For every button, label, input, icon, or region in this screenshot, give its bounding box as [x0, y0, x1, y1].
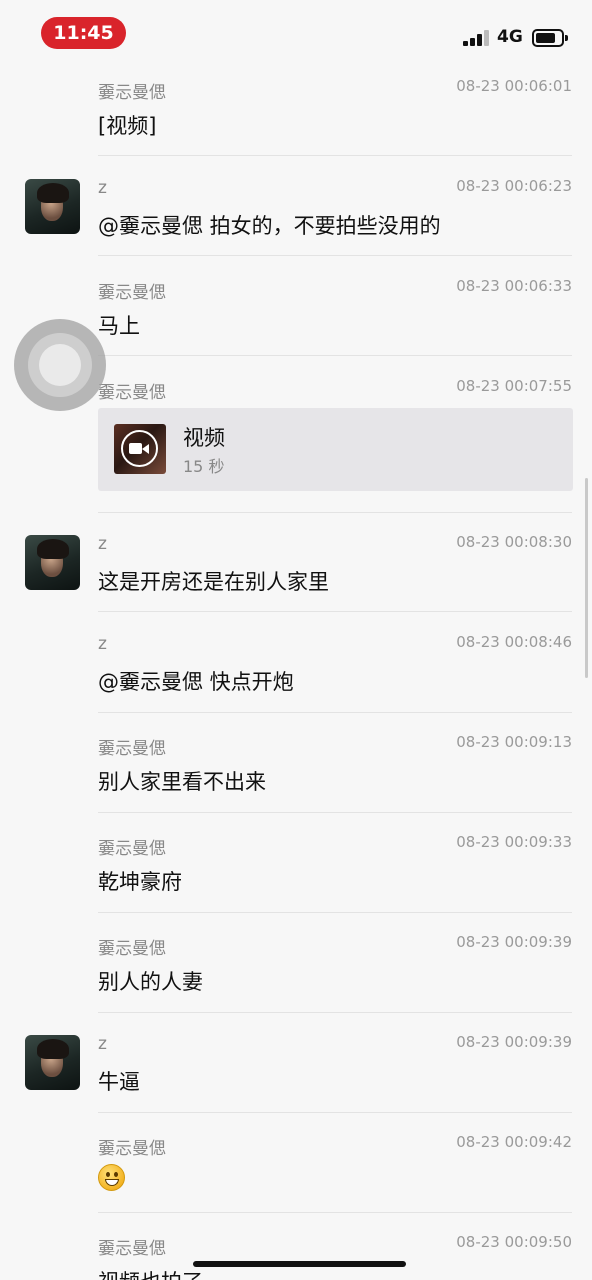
- chat-message[interactable]: z 08-23 00:08:46 @嫑忈曼偲 快点开炮: [0, 626, 592, 712]
- message-divider: [98, 1012, 572, 1013]
- message-time: 08-23 00:09:33: [456, 833, 572, 851]
- message-time: 08-23 00:06:01: [456, 77, 572, 95]
- chat-message[interactable]: 嫑忈曼偲 08-23 00:09:33 乾坤豪府: [0, 826, 592, 912]
- message-sender: 嫑忈曼偲: [98, 839, 166, 859]
- message-text: 别人的人妻: [98, 970, 203, 994]
- message-time: 08-23 00:06:33: [456, 277, 572, 295]
- message-sender: 嫑忈曼偲: [98, 383, 166, 403]
- message-text: 这是开房还是在别人家里: [98, 570, 329, 594]
- chat-message[interactable]: z 08-23 00:08:30 这是开房还是在别人家里: [0, 526, 592, 612]
- avatar[interactable]: [25, 179, 80, 234]
- battery-icon: [532, 29, 568, 47]
- message-divider: [98, 1212, 572, 1213]
- chat-message[interactable]: 嫑忈曼偲 08-23 00:09:13 别人家里看不出来: [0, 726, 592, 812]
- message-sender: z: [98, 178, 107, 198]
- message-time: 08-23 00:06:23: [456, 177, 572, 195]
- message-text: [视频]: [98, 114, 157, 138]
- cellular-signal-icon: [463, 28, 491, 46]
- message-time: 08-23 00:09:50: [456, 1233, 572, 1251]
- message-divider: [98, 155, 572, 156]
- message-divider: [98, 611, 572, 612]
- message-divider: [98, 812, 572, 813]
- chat-message[interactable]: z 08-23 00:06:23 @嫑忈曼偲 拍女的，不要拍些没用的: [0, 170, 592, 256]
- message-divider: [98, 512, 572, 513]
- chat-message[interactable]: 嫑忈曼偲 08-23 00:09:42: [0, 1126, 592, 1212]
- message-sender: 嫑忈曼偲: [98, 83, 166, 103]
- message-sender: 嫑忈曼偲: [98, 939, 166, 959]
- chat-message[interactable]: 嫑忈曼偲 08-23 00:06:01 [视频]: [0, 70, 592, 156]
- message-sender: z: [98, 1034, 107, 1054]
- message-time: 08-23 00:09:39: [456, 933, 572, 951]
- message-text: 牛逼: [98, 1070, 140, 1094]
- message-time: 08-23 00:09:13: [456, 733, 572, 751]
- video-message-card[interactable]: 视频 15 秒: [98, 408, 573, 491]
- chat-message[interactable]: 嫑忈曼偲 08-23 00:09:50 视频也拍了: [0, 1226, 592, 1280]
- avatar[interactable]: [25, 1035, 80, 1090]
- home-indicator[interactable]: [193, 1261, 406, 1267]
- chat-message[interactable]: z 08-23 00:09:39 牛逼: [0, 1026, 592, 1112]
- message-time: 08-23 00:08:30: [456, 533, 572, 551]
- message-text: 马上: [98, 314, 140, 338]
- video-duration: 15 秒: [183, 457, 225, 476]
- message-sender: 嫑忈曼偲: [98, 739, 166, 759]
- network-type: 4G: [497, 27, 523, 47]
- status-time[interactable]: 11:45: [41, 17, 126, 49]
- message-text: 乾坤豪府: [98, 870, 182, 894]
- message-sender: 嫑忈曼偲: [98, 1239, 166, 1259]
- status-bar: 11:45 4G: [0, 0, 592, 70]
- message-text: @嫑忈曼偲 快点开炮: [98, 670, 294, 694]
- avatar[interactable]: [25, 535, 80, 590]
- scroll-indicator[interactable]: [585, 478, 588, 678]
- message-sender: 嫑忈曼偲: [98, 283, 166, 303]
- message-divider: [98, 912, 572, 913]
- message-text: 别人家里看不出来: [98, 770, 266, 794]
- message-text: 视频也拍了: [98, 1266, 203, 1280]
- grinning-face-emoji-icon: [98, 1164, 125, 1191]
- message-text: @嫑忈曼偲 拍女的，不要拍些没用的: [98, 214, 441, 238]
- message-time: 08-23 00:09:42: [456, 1133, 572, 1151]
- chat-message[interactable]: 嫑忈曼偲 08-23 00:09:39 别人的人妻: [0, 926, 592, 1012]
- message-time: 08-23 00:07:55: [456, 377, 572, 395]
- message-time: 08-23 00:08:46: [456, 633, 572, 651]
- message-divider: [98, 255, 572, 256]
- message-divider: [98, 355, 572, 356]
- message-divider: [98, 712, 572, 713]
- message-sender: 嫑忈曼偲: [98, 1139, 166, 1159]
- message-sender: z: [98, 534, 107, 554]
- video-title: 视频: [183, 426, 225, 450]
- message-sender: z: [98, 634, 107, 654]
- message-divider: [98, 1112, 572, 1113]
- message-time: 08-23 00:09:39: [456, 1033, 572, 1051]
- assistive-touch-button[interactable]: [14, 319, 106, 411]
- video-thumbnail: [114, 424, 166, 474]
